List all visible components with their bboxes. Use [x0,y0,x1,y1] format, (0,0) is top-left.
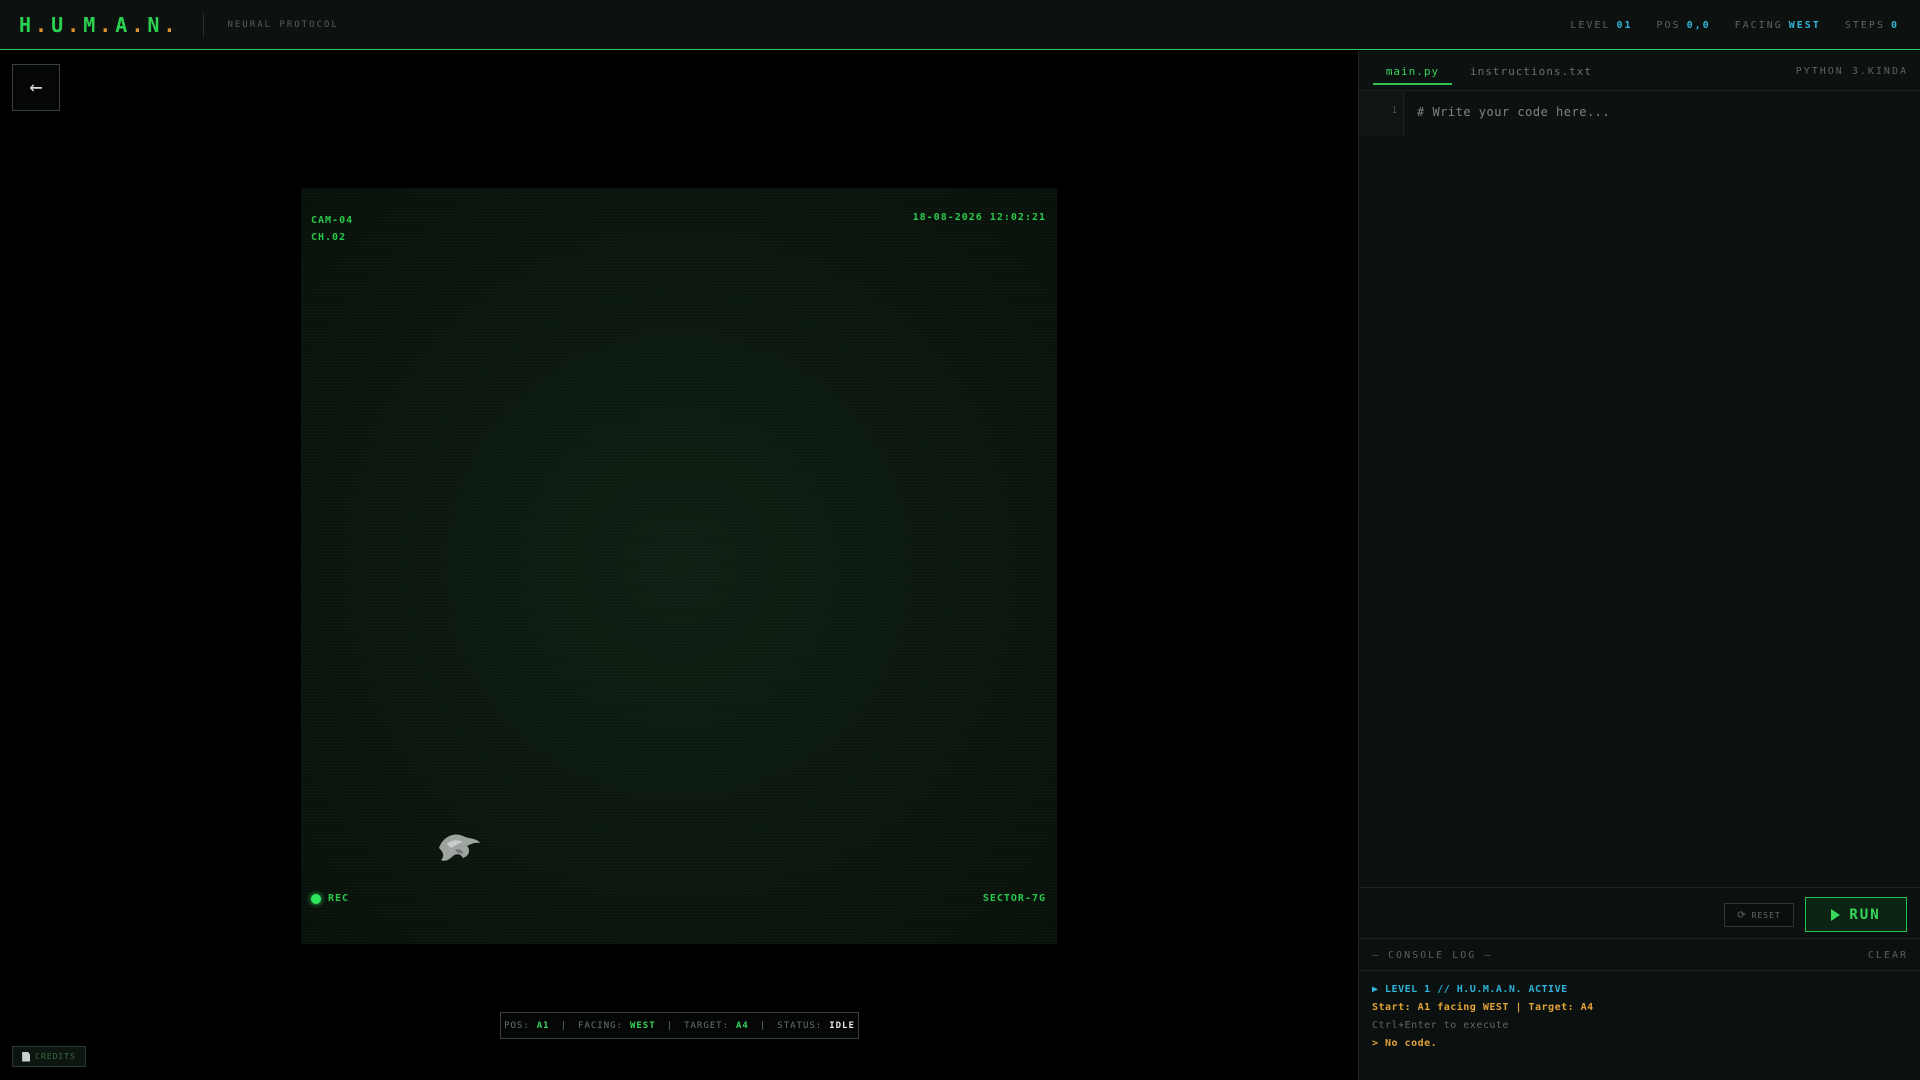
stat-value: 0 [1890,19,1899,31]
reset-icon: ⟳ [1737,909,1747,921]
status-facing-value: WEST [629,1020,656,1031]
code-editor[interactable]: 1 # Write your code here... [1359,92,1920,937]
status-target-value: A4 [736,1020,749,1031]
stat-steps: STEPS 0 [1845,20,1899,31]
reset-button[interactable]: ⟳ RESET [1724,903,1794,927]
tab-instructions-txt[interactable]: instructions.txt [1470,65,1592,78]
stat-facing: FACING WEST [1735,20,1821,31]
app-logo: H . U . M . A . N . [19,13,179,37]
document-icon [22,1051,31,1062]
logo-dot: . [67,12,84,37]
editor-tabs: main.py instructions.txt PYTHON 3.KINDA [1359,51,1920,91]
status-pos-value: A1 [536,1020,550,1031]
line-number: 1 [1391,106,1397,116]
stat-value: 0,0 [1686,19,1711,31]
stat-level: LEVEL 01 [1570,20,1632,31]
play-icon [1831,908,1841,921]
stat-label: POS [1656,19,1681,31]
status-state-label: STATUS: [777,1020,823,1031]
status-state-value: IDLE [829,1020,855,1031]
console-line: Ctrl+Enter to execute [1372,1020,1509,1031]
sector-label: SECTOR-7G [982,893,1046,904]
status-separator: | [560,1020,568,1031]
credits-button[interactable]: CREDITS [12,1046,86,1067]
status-target-label: TARGET: [684,1020,730,1031]
logo-dot: . [99,12,116,37]
stat-pos: POS 0,0 [1657,20,1711,31]
back-button[interactable]: ← [12,64,60,111]
reset-label: RESET [1751,910,1781,920]
rec-indicator: REC [311,893,349,904]
human-sprite [439,834,480,861]
stat-value: 01 [1616,19,1633,31]
camera-timestamp: 18-08-2026 12:02:21 [912,212,1046,223]
stat-label: FACING [1734,19,1783,31]
top-bar: H . U . M . A . N . NEURAL PROTOCOL LEVE… [0,0,1920,50]
console-line: ▶ LEVEL 1 // H.U.M.A.N. ACTIVE [1372,984,1568,995]
tab-main-py[interactable]: main.py [1373,65,1452,85]
camera-info: CAM-04 CH.02 [311,212,353,246]
language-label: PYTHON 3.KINDA [1795,66,1908,77]
stat-label: LEVEL [1570,19,1611,31]
logo-dot: . [163,12,180,37]
logo-letter: M [83,12,100,37]
header-divider [203,12,205,37]
app-subtitle: NEURAL PROTOCOL [227,19,339,30]
console-log: ▶ LEVEL 1 // H.U.M.A.N. ACTIVE Start: A1… [1372,981,1594,1053]
run-label: RUN [1849,906,1881,923]
stat-value: WEST [1788,19,1821,31]
game-status-bar: POS: A1 | FACING: WEST | TARGET: A4 | ST… [500,1012,859,1039]
status-separator: | [666,1020,674,1031]
logo-letter: H [19,12,36,37]
logo-dot: . [35,12,52,37]
arrow-left-icon: ← [29,75,43,100]
console-line: > No code. [1372,1038,1438,1049]
editor-actions: ⟳ RESET RUN [1359,887,1920,939]
camera-view: CAM-04 CH.02 18-08-2026 12:02:21 REC SEC… [301,188,1057,944]
logo-letter: U [51,12,68,37]
console-line: Start: A1 facing WEST | Target: A4 [1372,1002,1594,1013]
line-gutter: 1 [1359,92,1404,136]
status-facing-label: FACING: [578,1020,623,1031]
console-title: — CONSOLE LOG — [1372,950,1493,961]
code-placeholder[interactable]: # Write your code here... [1417,105,1610,119]
clear-console-button[interactable]: CLEAR [1868,950,1908,961]
camera-id: CAM-04 [311,215,354,226]
status-pos-label: POS: [504,1020,530,1031]
logo-letter: A [115,12,132,37]
credits-label: CREDITS [35,1052,76,1061]
header-stats: LEVEL 01 POS 0,0 FACING WEST STEPS 0 [1570,0,1899,50]
code-panel: main.py instructions.txt PYTHON 3.KINDA … [1358,51,1920,1080]
run-button[interactable]: RUN [1805,897,1907,932]
status-separator: | [759,1020,767,1031]
stat-label: STEPS [1844,19,1885,31]
console-header: — CONSOLE LOG — CLEAR [1359,939,1920,971]
camera-channel: CH.02 [311,232,347,243]
record-dot-icon [311,893,321,904]
logo-letter: N [147,12,164,37]
logo-dot: . [131,12,148,37]
rec-label: REC [328,893,350,904]
